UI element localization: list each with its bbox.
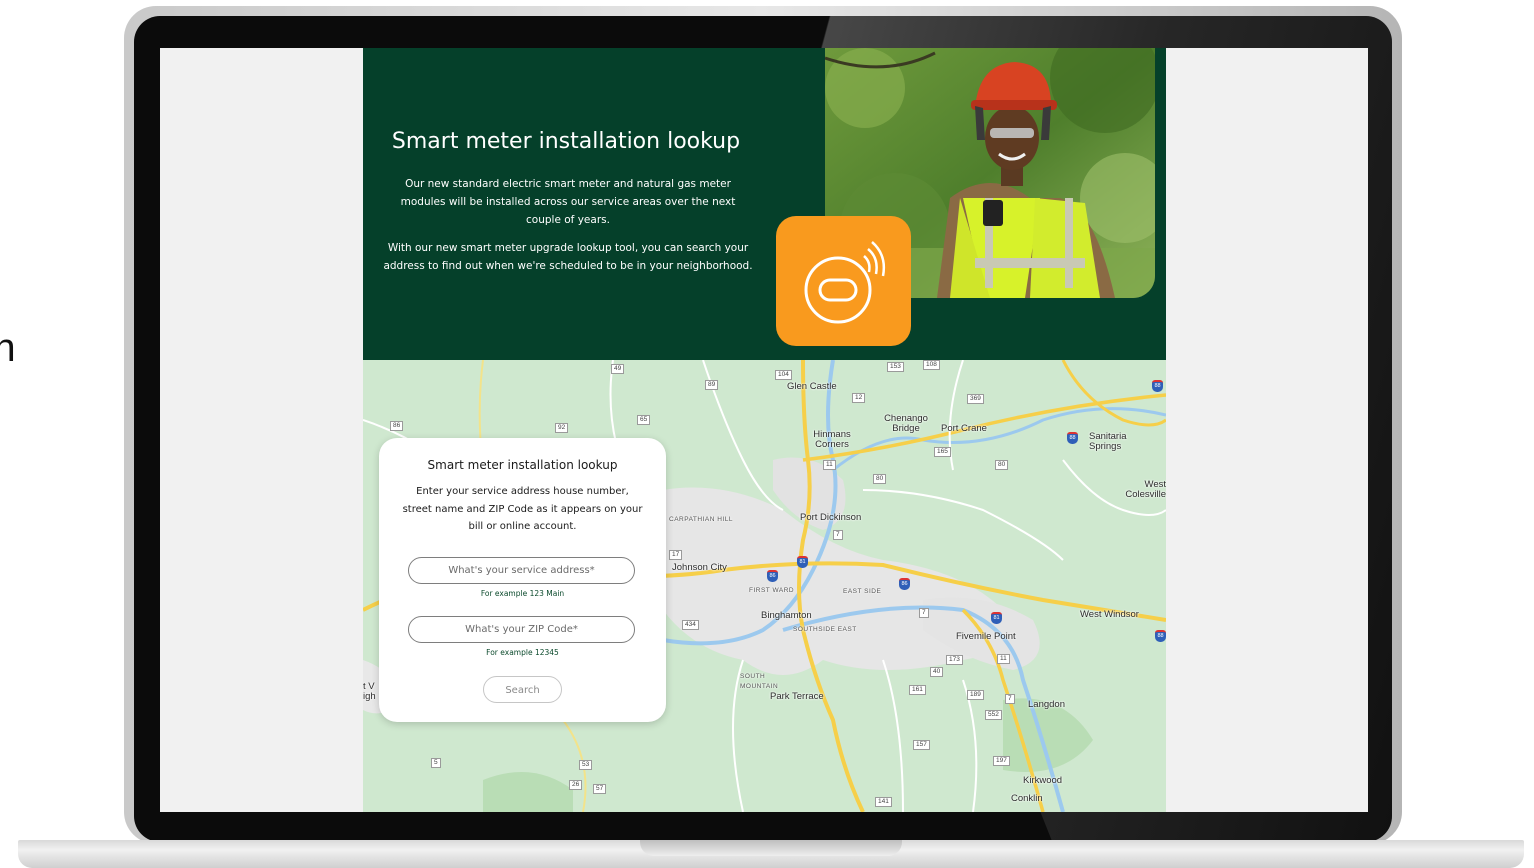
route-shield: 161 xyxy=(909,685,926,695)
interstate-shield: 81 xyxy=(991,612,1002,624)
hero-section: Smart meter installation lookup Our new … xyxy=(363,48,1166,360)
map-label-west-windsor: West Windsor xyxy=(1080,609,1139,620)
route-shield: 189 xyxy=(967,690,984,700)
smart-meter-badge xyxy=(776,216,911,346)
map-label-binghamton: Binghamton xyxy=(761,610,812,621)
route-shield: 153 xyxy=(887,362,904,372)
route-shield: 7 xyxy=(833,530,843,540)
map-label-southside-east: SOUTHSIDE EAST xyxy=(793,626,857,633)
route-shield: 11 xyxy=(997,654,1010,664)
route-shield: 108 xyxy=(923,360,940,370)
zip-hint: For example 12345 xyxy=(486,648,559,657)
web-page: Smart meter installation lookup Our new … xyxy=(363,48,1166,812)
search-button[interactable]: Search xyxy=(483,676,562,703)
route-shield: 65 xyxy=(637,415,651,425)
map-label-west-colesville: West Colesville xyxy=(1125,479,1166,500)
map-label-park-terrace: Park Terrace xyxy=(770,691,824,702)
route-shield: 141 xyxy=(875,797,892,807)
route-shield: 7 xyxy=(919,608,929,618)
map-label-south-mountain: SOUTH MOUNTAIN xyxy=(740,673,779,690)
map-label-port-crane: Port Crane xyxy=(941,423,987,434)
map-label-chenango-bridge: Chenango Bridge xyxy=(884,413,928,434)
stage: rch Smart meter installation lookup Our … xyxy=(0,0,1534,868)
map-label-edge-left: t V igh xyxy=(363,681,376,702)
map-label-hinmans-corners: Hinmans Corners xyxy=(813,429,851,450)
interstate-shield: 86 xyxy=(899,578,910,590)
interstate-shield: 88 xyxy=(1152,380,1163,392)
laptop-screen: Smart meter installation lookup Our new … xyxy=(160,48,1368,812)
interstate-shield: 88 xyxy=(1155,630,1166,642)
map-label-conklin: Conklin xyxy=(1011,793,1043,804)
route-shield: 80 xyxy=(873,474,887,484)
service-address-input[interactable] xyxy=(408,557,635,584)
map-label-langdon: Langdon xyxy=(1028,699,1065,710)
route-shield: 434 xyxy=(682,620,699,630)
laptop-notch xyxy=(640,840,902,856)
smart-meter-icon xyxy=(804,241,886,324)
route-shield: 197 xyxy=(993,756,1010,766)
hero-tool-text: With our new smart meter upgrade lookup … xyxy=(383,241,753,272)
zip-code-input[interactable] xyxy=(408,616,635,643)
map-label-carpathian-hill: CARPATHIAN HILL xyxy=(669,516,733,523)
lookup-title: Smart meter installation lookup xyxy=(427,458,618,472)
route-shield: 86 xyxy=(390,421,404,431)
map-label-kirkwood: Kirkwood xyxy=(1023,775,1063,786)
route-shield: 92 xyxy=(555,423,569,433)
lookup-card: Smart meter installation lookup Enter yo… xyxy=(379,438,666,722)
lookup-description: Enter your service address house number,… xyxy=(402,486,643,532)
route-shield: 104 xyxy=(775,370,792,380)
route-shield: 89 xyxy=(705,380,719,390)
route-shield: 40 xyxy=(930,667,944,677)
map-area[interactable]: Glen Castle Chenango Bridge Port Crane S… xyxy=(363,360,1166,812)
address-hint: For example 123 Main xyxy=(480,589,565,598)
route-shield: 552 xyxy=(985,710,1002,720)
interstate-shield: 81 xyxy=(797,556,808,568)
route-shield: 173 xyxy=(946,655,963,665)
route-shield: 17 xyxy=(669,550,683,560)
route-shield: 165 xyxy=(934,447,951,457)
route-shield: 5 xyxy=(431,758,441,768)
map-label-first-ward: FIRST WARD xyxy=(749,587,795,594)
route-shield: 80 xyxy=(995,460,1009,470)
route-shield: 49 xyxy=(611,364,625,374)
route-shield: 12 xyxy=(852,393,866,403)
map-label-sanitaria-springs: Sanitaria Springs xyxy=(1089,431,1127,452)
route-shield: 11 xyxy=(823,460,836,470)
route-shield: 369 xyxy=(967,394,984,404)
route-shield: 57 xyxy=(593,784,607,794)
cropped-side-text: rch xyxy=(0,326,16,370)
hero-intro-text: Our new standard electric smart meter an… xyxy=(400,177,736,226)
map-label-east-side: EAST SIDE xyxy=(843,588,882,595)
route-shield: 7 xyxy=(1005,694,1015,704)
interstate-shield: 86 xyxy=(767,570,778,582)
route-shield: 53 xyxy=(579,760,593,770)
route-shield: 26 xyxy=(569,780,583,790)
map-label-port-dickinson: Port Dickinson xyxy=(800,512,862,523)
interstate-shield: 88 xyxy=(1067,432,1078,444)
map-label-johnson-city: Johnson City xyxy=(672,562,727,573)
map-label-glen-castle: Glen Castle xyxy=(787,381,837,392)
map-label-fivemile-point: Fivemile Point xyxy=(956,631,1016,642)
route-shield: 157 xyxy=(913,740,930,750)
hero-title: Smart meter installation lookup xyxy=(391,128,741,154)
